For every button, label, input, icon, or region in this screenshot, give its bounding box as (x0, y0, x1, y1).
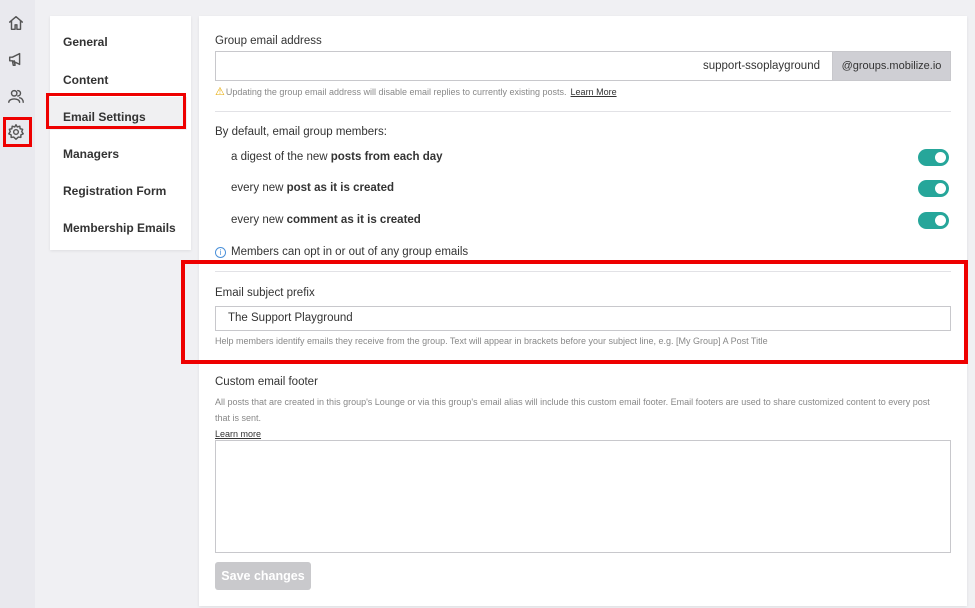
settings-subnav (50, 16, 191, 250)
save-changes-button[interactable]: Save changes (215, 562, 311, 590)
info-icon: i (215, 246, 226, 258)
new-comment-option-label: every new comment as it is created (231, 214, 421, 226)
new-post-toggle[interactable] (918, 180, 949, 197)
custom-footer-description-text: All posts that are created in this group… (215, 397, 930, 423)
new-post-option-label: every new post as it is created (231, 182, 394, 194)
custom-footer-label: Custom email footer (215, 376, 318, 388)
learn-more-link[interactable]: Learn More (571, 87, 617, 97)
users-icon[interactable] (5, 85, 27, 107)
opt-in-info-text: Members can opt in or out of any group e… (231, 246, 469, 258)
new-comment-option-prefix: every new (231, 214, 287, 226)
warning-icon: ⚠ (215, 86, 225, 98)
new-comment-toggle[interactable] (918, 212, 949, 229)
subnav-item-content[interactable]: Content (63, 73, 108, 87)
digest-option-bold: posts from each day (330, 151, 443, 163)
opt-in-info: i Members can opt in or out of any group… (215, 246, 468, 258)
warning-text: Updating the group email address will di… (225, 86, 567, 97)
settings-highlight-box (3, 117, 32, 147)
subnav-item-general[interactable]: General (63, 35, 108, 49)
icon-rail (0, 0, 35, 608)
new-comment-option-bold: comment as it is created (286, 214, 421, 226)
digest-option-label: a digest of the new posts from each day (231, 151, 443, 163)
subnav-item-registration-form[interactable]: Registration Form (63, 184, 166, 198)
email-settings-highlight-box (46, 93, 186, 129)
digest-option-prefix: a digest of the new (231, 151, 331, 163)
home-icon[interactable] (5, 12, 27, 34)
custom-footer-description: All posts that are created in this group… (215, 394, 945, 442)
custom-footer-textarea[interactable] (215, 440, 951, 553)
subnav-item-managers[interactable]: Managers (63, 147, 119, 161)
footer-learn-more-link[interactable]: Learn more (215, 429, 261, 439)
subnav-item-membership-emails[interactable]: Membership Emails (63, 221, 176, 235)
group-email-input[interactable]: support-ssoplayground (215, 51, 832, 81)
group-email-label: Group email address (215, 35, 322, 47)
megaphone-icon[interactable] (5, 48, 27, 70)
section-divider (215, 111, 951, 112)
new-post-option-bold: post as it is created (286, 182, 394, 194)
defaults-heading: By default, email group members: (215, 126, 387, 138)
group-email-domain-suffix: @groups.mobilize.io (832, 51, 951, 81)
group-email-warning: ⚠ Updating the group email address will … (215, 85, 617, 98)
new-post-option-prefix: every new (231, 182, 287, 194)
subject-prefix-highlight-box (181, 260, 968, 364)
digest-toggle[interactable] (918, 149, 949, 166)
